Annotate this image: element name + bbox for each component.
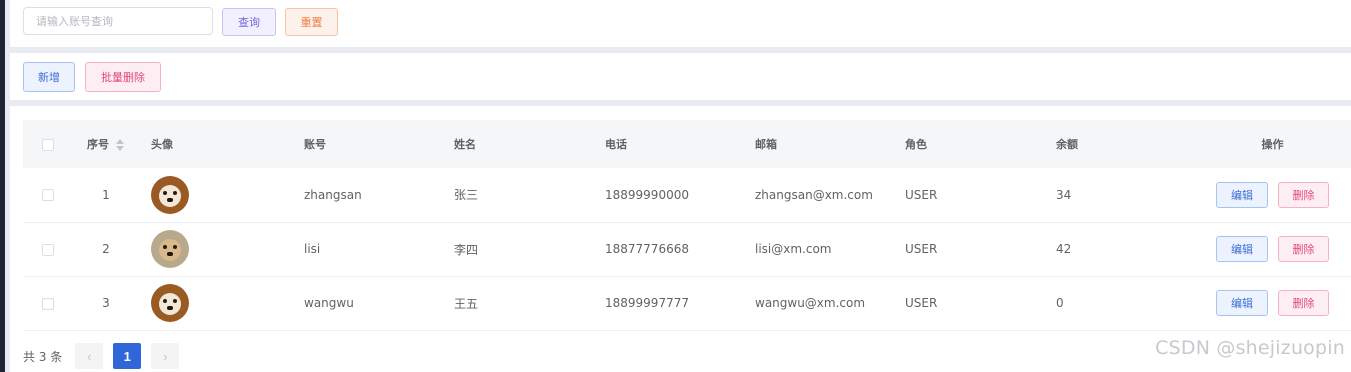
cell-balance: 0	[1056, 296, 1064, 310]
table-card: 序号 头像 账号 姓名 电话 邮箱 角色 余额 操作 1 zhangsan 张三…	[10, 106, 1351, 372]
sidebar-edge	[0, 0, 5, 372]
pagination: 共 3 条 ‹ 1 ›	[23, 343, 189, 369]
column-account: 账号	[304, 138, 326, 151]
column-balance: 余额	[1056, 138, 1078, 151]
column-index[interactable]: 序号	[73, 120, 139, 168]
edit-button[interactable]: 编辑	[1216, 236, 1268, 262]
reset-button[interactable]: 重置	[285, 8, 338, 36]
delete-button[interactable]: 删除	[1278, 181, 1329, 208]
row-checkbox[interactable]	[42, 189, 54, 202]
cell-name: 张三	[454, 188, 479, 203]
table-row: 2 lisi 李四 18877776668 lisi@xm.com USER 4…	[23, 222, 1351, 276]
operations-card: 新增 批量删除	[10, 53, 1351, 100]
cell-balance: 42	[1056, 242, 1072, 256]
pagination-total: 共 3 条	[23, 349, 63, 364]
cell-name: 王五	[454, 296, 479, 311]
select-all-checkbox[interactable]	[42, 138, 54, 151]
search-input[interactable]	[23, 7, 213, 35]
cell-email: zhangsan@xm.com	[755, 187, 873, 202]
shiba-avatar	[151, 175, 189, 214]
edit-button[interactable]: 编辑	[1216, 290, 1268, 316]
cell-name: 李四	[454, 242, 479, 257]
column-role: 角色	[905, 138, 927, 151]
row-checkbox[interactable]	[42, 243, 54, 256]
column-phone: 电话	[605, 138, 627, 151]
cell-index: 2	[102, 242, 110, 256]
column-avatar: 头像	[151, 138, 173, 151]
cell-email: lisi@xm.com	[755, 242, 832, 256]
sort-icon[interactable]	[115, 138, 125, 152]
labrador-avatar	[151, 230, 189, 268]
cell-phone: 18877776668	[605, 242, 689, 256]
cell-role: USER	[905, 242, 938, 256]
query-button[interactable]: 查询	[222, 8, 276, 36]
prev-page-icon[interactable]: ‹	[75, 343, 104, 369]
cell-account: wangwu	[304, 296, 354, 310]
table-row: 3 wangwu 王五 18899997777 wangwu@xm.com US…	[23, 276, 1351, 330]
cell-email: wangwu@xm.com	[755, 296, 866, 310]
edit-button[interactable]: 编辑	[1216, 181, 1268, 208]
cell-balance: 34	[1056, 187, 1072, 202]
cell-phone: 18899990000	[605, 187, 689, 202]
cell-index: 3	[102, 296, 110, 310]
page-number[interactable]: 1	[113, 343, 142, 369]
cell-account: zhangsan	[304, 187, 362, 202]
delete-button[interactable]: 删除	[1278, 290, 1329, 316]
search-card: 查询 重置	[10, 0, 1351, 47]
table-header: 序号 头像 账号 姓名 电话 邮箱 角色 余额 操作	[23, 120, 1351, 168]
delete-button[interactable]: 删除	[1278, 236, 1329, 262]
cell-role: USER	[905, 296, 938, 310]
column-email: 邮箱	[755, 138, 777, 151]
row-checkbox[interactable]	[42, 297, 54, 310]
user-table: 序号 头像 账号 姓名 电话 邮箱 角色 余额 操作 1 zhangsan 张三…	[23, 120, 1351, 331]
cell-phone: 18899997777	[605, 296, 689, 310]
column-name: 姓名	[454, 138, 476, 151]
watermark: CSDN @shejizuopin	[1155, 337, 1345, 359]
add-button[interactable]: 新增	[23, 62, 75, 92]
cell-account: lisi	[304, 242, 321, 256]
column-actions: 操作	[1261, 138, 1284, 151]
shiba-avatar	[151, 284, 189, 322]
next-page-icon[interactable]: ›	[151, 343, 180, 369]
table-row: 1 zhangsan 张三 18899990000 zhangsan@xm.co…	[23, 168, 1351, 222]
cell-role: USER	[905, 187, 938, 202]
cell-index: 1	[102, 187, 110, 202]
batch-delete-button[interactable]: 批量删除	[85, 62, 161, 92]
